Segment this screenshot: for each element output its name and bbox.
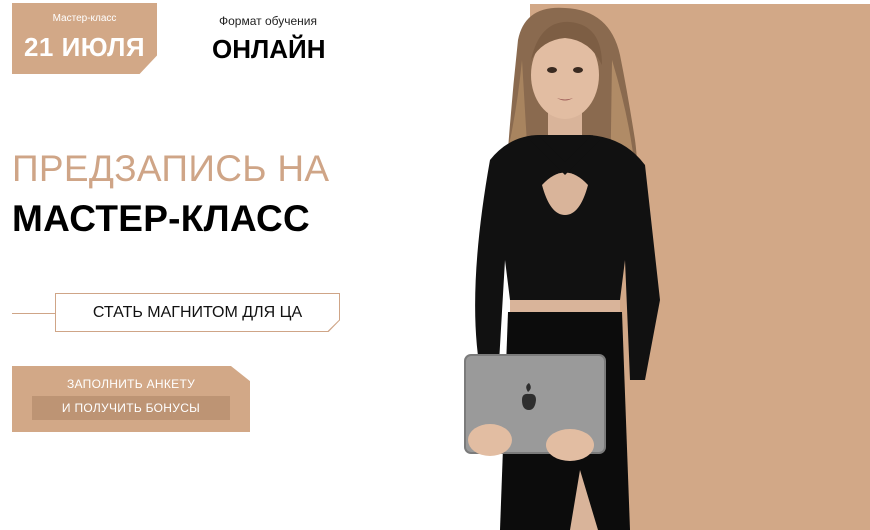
format-label: Формат обучения: [219, 14, 317, 28]
fill-form-button[interactable]: ЗАПОЛНИТЬ АНКЕТУ И ПОЛУЧИТЬ БОНУСЫ: [12, 366, 250, 432]
headline-line-1: ПРЕДЗАПИСЬ НА: [12, 148, 330, 189]
format-value: ОНЛАЙН: [212, 34, 326, 64]
cta-label-line-1: ЗАПОЛНИТЬ АНКЕТУ: [66, 377, 196, 391]
tagline-text: СТАТЬ МАГНИТОМ ДЛЯ ЦА: [56, 294, 339, 331]
date-badge-date: 21 ИЮЛЯ: [23, 32, 146, 62]
date-badge-label: Мастер-класс: [52, 13, 117, 24]
date-badge: Мастер-класс 21 ИЮЛЯ: [12, 3, 157, 74]
tagline-box: СТАТЬ МАГНИТОМ ДЛЯ ЦА: [55, 293, 340, 332]
cta-label-line-2: И ПОЛУЧИТЬ БОНУСЫ: [32, 396, 230, 420]
hero-photo: [464, 7, 660, 530]
headline-line-2: МАСТЕР-КЛАСС: [12, 198, 311, 239]
tagline-divider: [12, 313, 56, 314]
